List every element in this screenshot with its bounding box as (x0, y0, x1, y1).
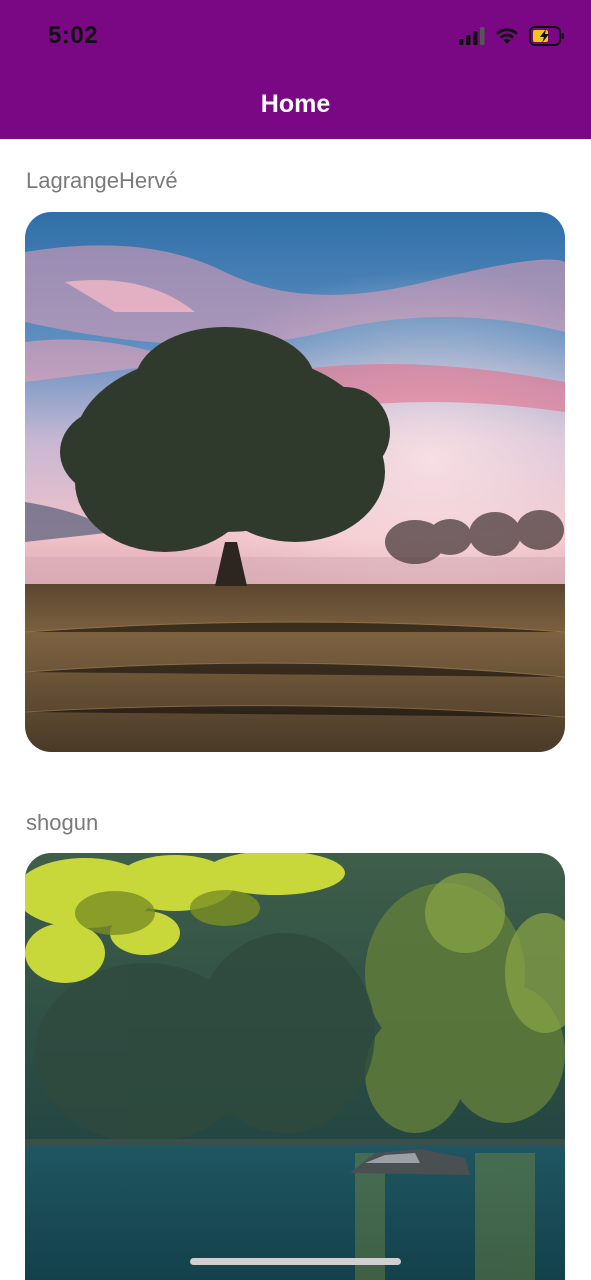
tree-sunrise-photo (25, 212, 565, 752)
battery-charging-icon (529, 26, 564, 46)
cellular-signal-icon (459, 27, 485, 45)
home-indicator[interactable] (190, 1258, 401, 1265)
status-time: 5:02 (48, 22, 99, 49)
app-header: 5:02 Home (0, 0, 591, 139)
post-author-name[interactable]: shogun (26, 810, 98, 836)
post-author-name[interactable]: LagrangeHervé (26, 168, 178, 194)
status-bar: 5:02 (0, 0, 591, 72)
post-image[interactable] (25, 853, 565, 1280)
wifi-icon (496, 28, 518, 44)
post-image[interactable] (25, 212, 565, 752)
forest-lake-photo (25, 853, 565, 1280)
post-feed[interactable]: LagrangeHervé shogun (0, 139, 591, 1280)
status-icons (459, 26, 565, 46)
page-title: Home (260, 90, 331, 118)
